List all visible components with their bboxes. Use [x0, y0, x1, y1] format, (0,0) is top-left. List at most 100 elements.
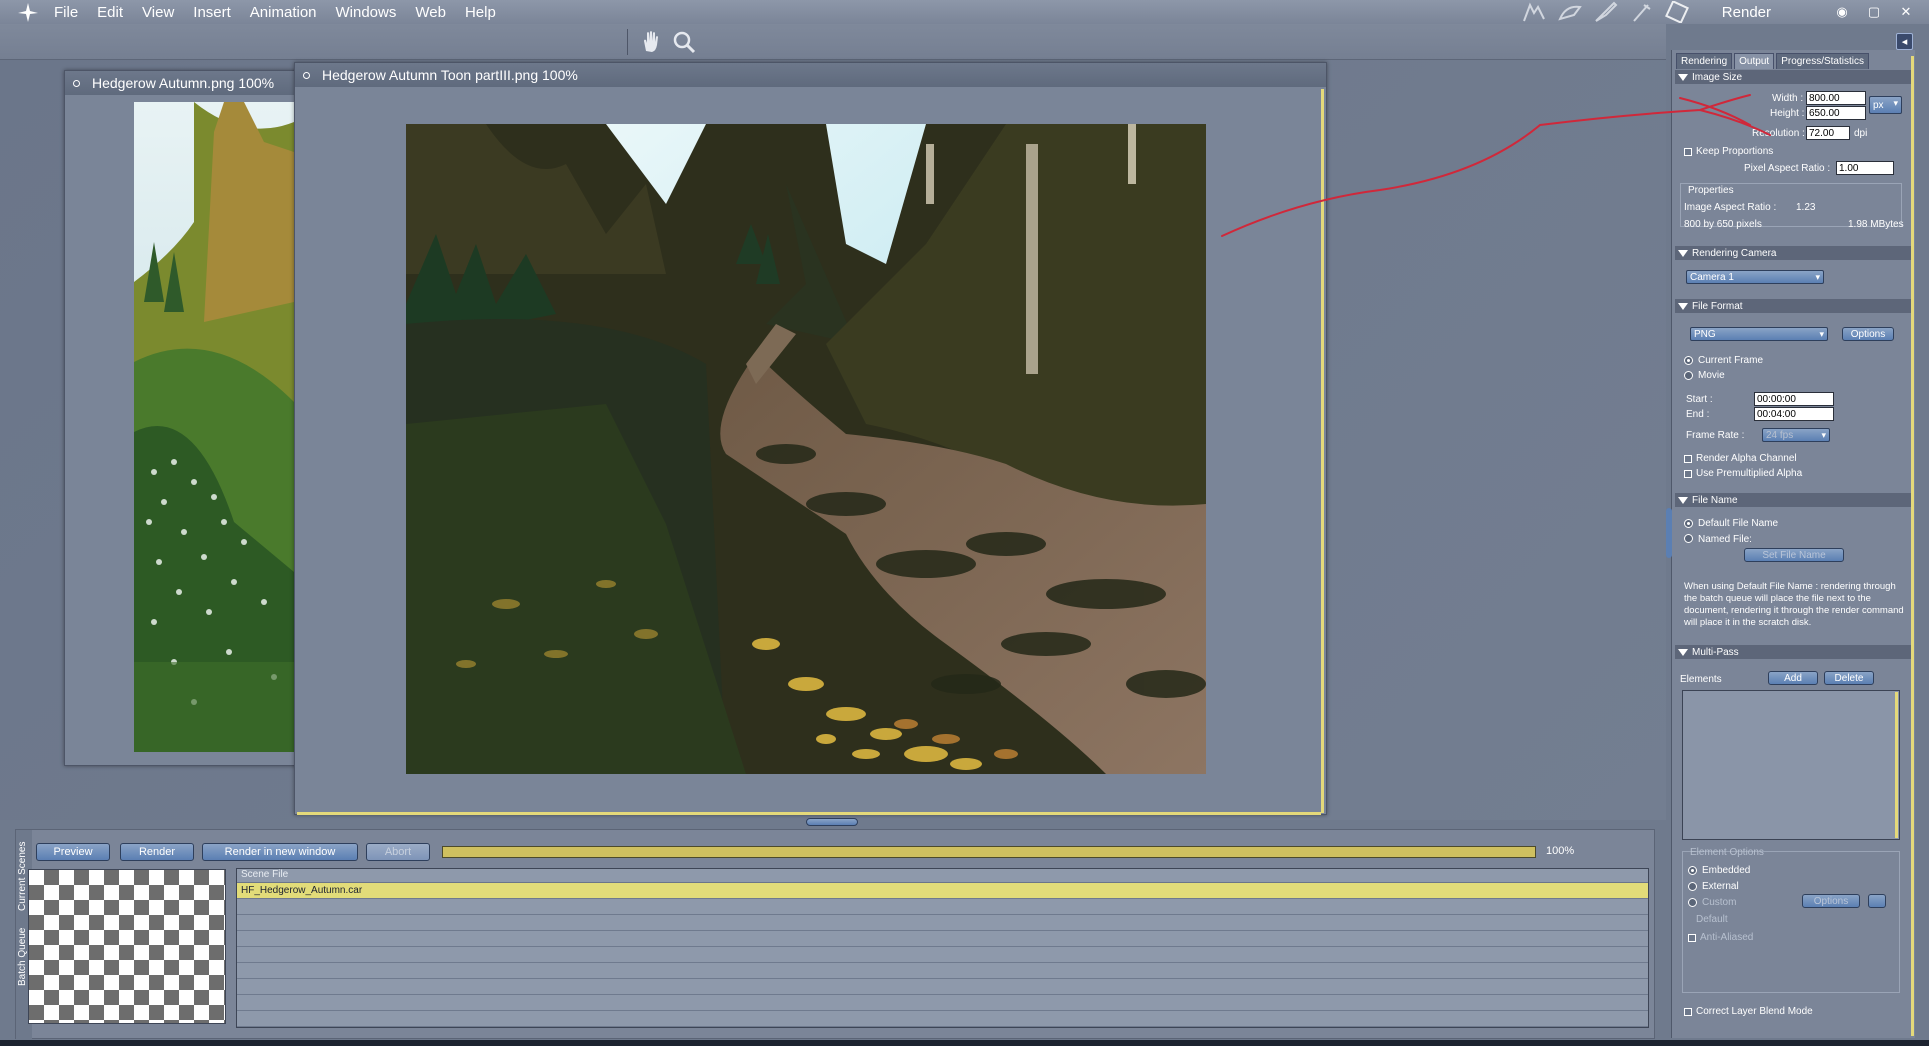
- start-field[interactable]: 00:00:00: [1754, 392, 1834, 406]
- table-row[interactable]: HF_Hedgerow_Autumn.car: [237, 883, 1648, 899]
- render-button[interactable]: Render: [120, 843, 194, 861]
- movie-radio[interactable]: [1684, 371, 1693, 380]
- current-frame-radio[interactable]: [1684, 356, 1693, 365]
- table-row[interactable]: [237, 979, 1648, 995]
- section-title: Rendering Camera: [1692, 247, 1777, 259]
- file-name-info: When using Default File Name : rendering…: [1684, 581, 1904, 628]
- close-dot-icon[interactable]: [303, 71, 310, 79]
- end-field[interactable]: 00:04:00: [1754, 407, 1834, 421]
- table-row[interactable]: [237, 915, 1648, 931]
- menu-web[interactable]: Web: [415, 4, 446, 21]
- named-file-radio[interactable]: [1684, 534, 1693, 543]
- table-row[interactable]: [237, 1011, 1648, 1027]
- table-row[interactable]: [237, 995, 1648, 1011]
- menu-view[interactable]: View: [142, 4, 174, 21]
- eye-icon[interactable]: ◉: [1833, 3, 1851, 21]
- image-size-header[interactable]: Image Size: [1675, 70, 1913, 84]
- correct-blend-label: Correct Layer Blend Mode: [1696, 1006, 1813, 1017]
- vertical-scroll-edge[interactable]: [1321, 89, 1324, 813]
- zoom-icon[interactable]: [672, 30, 698, 56]
- bottom-strip: [0, 1040, 1929, 1046]
- format-options-button[interactable]: Options: [1842, 327, 1894, 341]
- table-row[interactable]: [237, 931, 1648, 947]
- splitter-handle[interactable]: [806, 818, 858, 826]
- correct-blend-checkbox[interactable]: [1684, 1008, 1692, 1016]
- close-dot-icon[interactable]: [73, 79, 80, 87]
- table-row[interactable]: [237, 947, 1648, 963]
- panel-edge-handle[interactable]: [1666, 508, 1672, 558]
- document-titlebar[interactable]: Hedgerow Autumn Toon partIII.png 100%: [295, 63, 1326, 87]
- menu-animation[interactable]: Animation: [250, 4, 317, 21]
- rendering-camera-header[interactable]: Rendering Camera: [1675, 246, 1913, 260]
- hand-icon[interactable]: [638, 29, 664, 55]
- elements-scroll-edge[interactable]: [1895, 692, 1898, 838]
- add-element-button[interactable]: Add: [1768, 671, 1818, 685]
- toolbar: [0, 24, 1666, 60]
- anti-aliased-checkbox[interactable]: [1688, 934, 1696, 942]
- external-radio[interactable]: [1688, 882, 1697, 891]
- close-icon[interactable]: ✕: [1897, 3, 1915, 21]
- menu-file[interactable]: File: [54, 4, 78, 21]
- render-alpha-checkbox[interactable]: [1684, 455, 1692, 463]
- render-alpha-label: Render Alpha Channel: [1696, 453, 1797, 464]
- tab-progress-statistics[interactable]: Progress/Statistics: [1776, 53, 1869, 69]
- document-title: Hedgerow Autumn.png 100%: [92, 75, 275, 91]
- movie-label: Movie: [1698, 370, 1725, 381]
- room-tools: Render ◉ ▢ ✕: [1520, 0, 1929, 24]
- collapse-triangle-icon: [1678, 73, 1688, 81]
- keep-proportions-checkbox[interactable]: [1684, 148, 1692, 156]
- texture-room-icon[interactable]: [1556, 1, 1584, 23]
- file-format-header[interactable]: File Format: [1675, 299, 1913, 313]
- section-title: Multi-Pass: [1692, 646, 1739, 658]
- format-dropdown[interactable]: PNG ▾: [1690, 327, 1828, 341]
- menu-insert[interactable]: Insert: [193, 4, 231, 21]
- preview-button[interactable]: Preview: [36, 843, 110, 861]
- document-window-front[interactable]: Hedgerow Autumn Toon partIII.png 100%: [294, 62, 1327, 815]
- file-name-header[interactable]: File Name: [1675, 493, 1913, 507]
- tab-rendering[interactable]: Rendering: [1676, 53, 1733, 69]
- panel-collapse-button[interactable]: ◂: [1896, 33, 1913, 50]
- sculpt-room-icon[interactable]: [1520, 1, 1548, 23]
- brush-room-icon[interactable]: [1628, 1, 1656, 23]
- custom-radio[interactable]: [1688, 898, 1697, 907]
- anti-aliased-label: Anti-Aliased: [1700, 932, 1754, 943]
- render-room-title: Render: [1721, 3, 1771, 21]
- unit-dropdown[interactable]: px ▾: [1869, 96, 1902, 114]
- elements-list[interactable]: [1682, 690, 1900, 840]
- table-row[interactable]: [237, 899, 1648, 915]
- render-room-icon[interactable]: [1664, 1, 1692, 23]
- menu-help[interactable]: Help: [465, 4, 496, 21]
- frame-rate-dropdown[interactable]: 24 fps ▾: [1762, 428, 1830, 442]
- ellipsis-button[interactable]: [1868, 894, 1886, 908]
- table-row[interactable]: [237, 963, 1648, 979]
- width-field[interactable]: 800.00: [1806, 91, 1866, 105]
- render-progress-bar: [442, 846, 1536, 858]
- keep-proportions-label: Keep Proportions: [1696, 146, 1774, 157]
- panel-scroll-edge[interactable]: [1911, 56, 1914, 1036]
- paint-room-icon[interactable]: [1592, 1, 1620, 23]
- abort-button[interactable]: Abort: [366, 843, 430, 861]
- image-aspect-label: Image Aspect Ratio :: [1684, 202, 1777, 213]
- format-value: PNG: [1694, 328, 1716, 340]
- embedded-radio[interactable]: [1688, 866, 1697, 875]
- width-label: Width :: [1772, 93, 1804, 104]
- render-new-window-button[interactable]: Render in new window: [202, 843, 358, 861]
- height-field[interactable]: 650.00: [1806, 106, 1866, 120]
- image-aspect-value: 1.23: [1796, 202, 1816, 213]
- app-logo-icon[interactable]: [16, 0, 40, 24]
- default-file-name-radio[interactable]: [1684, 519, 1693, 528]
- delete-element-button[interactable]: Delete: [1824, 671, 1874, 685]
- set-file-name-button[interactable]: Set File Name: [1744, 548, 1844, 562]
- pixel-aspect-field[interactable]: 1.00: [1836, 161, 1894, 175]
- menu-edit[interactable]: Edit: [97, 4, 123, 21]
- maximize-icon[interactable]: ▢: [1865, 3, 1883, 21]
- premultiplied-label: Use Premultiplied Alpha: [1696, 468, 1803, 479]
- multipass-options-button[interactable]: Options: [1802, 894, 1860, 908]
- multipass-header[interactable]: Multi-Pass: [1675, 645, 1913, 659]
- menu-windows[interactable]: Windows: [336, 4, 397, 21]
- premultiplied-checkbox[interactable]: [1684, 470, 1692, 478]
- horizontal-scroll-edge[interactable]: [297, 812, 1321, 815]
- camera-dropdown[interactable]: Camera 1 ▾: [1686, 270, 1824, 284]
- tab-output[interactable]: Output: [1734, 53, 1775, 69]
- resolution-field[interactable]: 72.00: [1806, 126, 1850, 140]
